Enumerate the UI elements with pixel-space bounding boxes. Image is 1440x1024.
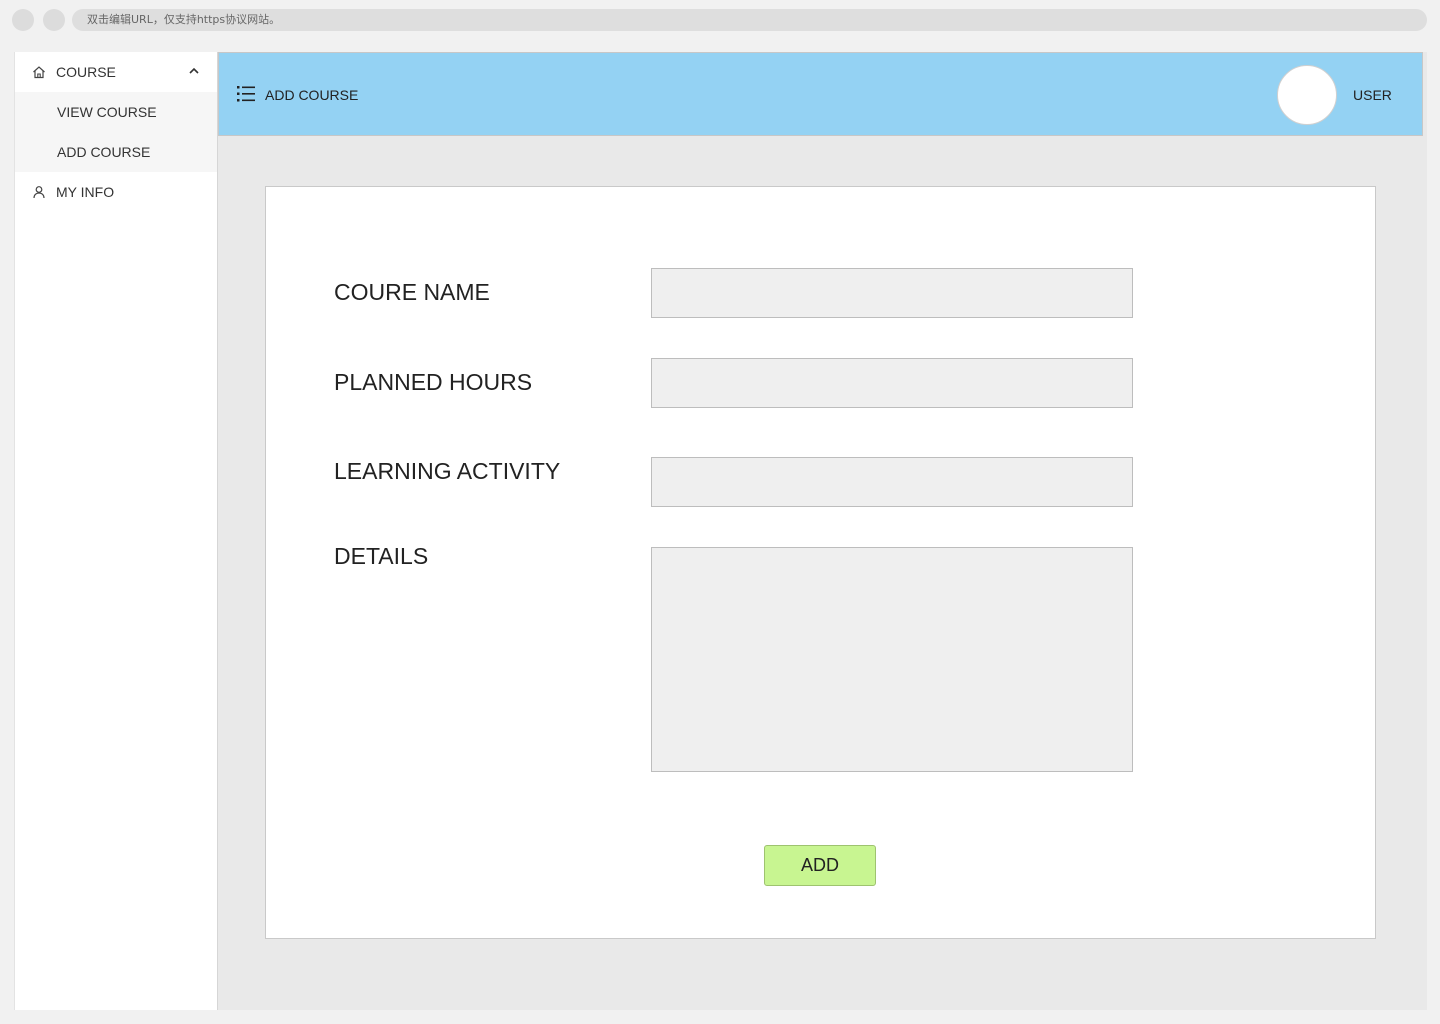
course-name-input[interactable] [651, 268, 1133, 318]
learning-activity-label: LEARNING ACTIVITY [334, 458, 561, 484]
chevron-up-icon[interactable] [187, 64, 201, 78]
avatar[interactable] [1277, 65, 1337, 125]
top-header: ADD COURSE USER [218, 52, 1423, 136]
sidebar-item-label: COURSE [56, 64, 116, 80]
browser-forward-button[interactable] [43, 9, 65, 31]
sidebar-item-add-course[interactable]: ADD COURSE [15, 132, 217, 172]
sidebar-item-course[interactable]: COURSE [15, 52, 217, 92]
home-icon [31, 64, 47, 80]
sidebar-item-my-info[interactable]: MY INFO [15, 172, 217, 212]
course-name-label: COURE NAME [334, 279, 490, 305]
app-frame: COURSE VIEW COURSE ADD COURSE MY INFO AD… [14, 52, 1427, 1010]
learning-activity-input[interactable] [651, 457, 1133, 507]
page-title: ADD COURSE [265, 87, 359, 103]
details-label: DETAILS [334, 543, 429, 569]
details-textarea[interactable] [651, 547, 1133, 772]
browser-toolbar: 双击编辑URL，仅支持https协议网站。 [0, 0, 1440, 40]
user-name-label[interactable]: USER [1353, 87, 1392, 103]
url-bar[interactable]: 双击编辑URL，仅支持https协议网站。 [72, 9, 1427, 31]
browser-back-button[interactable] [12, 9, 34, 31]
menu-list-icon[interactable] [237, 85, 257, 103]
planned-hours-label: PLANNED HOURS [334, 369, 533, 395]
sidebar-item-view-course[interactable]: VIEW COURSE [15, 92, 217, 132]
user-icon [31, 184, 47, 200]
course-submenu: VIEW COURSE ADD COURSE [15, 92, 217, 172]
sidebar: COURSE VIEW COURSE ADD COURSE MY INFO [14, 52, 218, 1010]
planned-hours-input[interactable] [651, 358, 1133, 408]
add-button[interactable]: ADD [764, 845, 876, 886]
sidebar-item-label: MY INFO [56, 184, 115, 200]
add-course-form: COURE NAME PLANNED HOURS LEARNING ACTIVI… [265, 186, 1376, 939]
